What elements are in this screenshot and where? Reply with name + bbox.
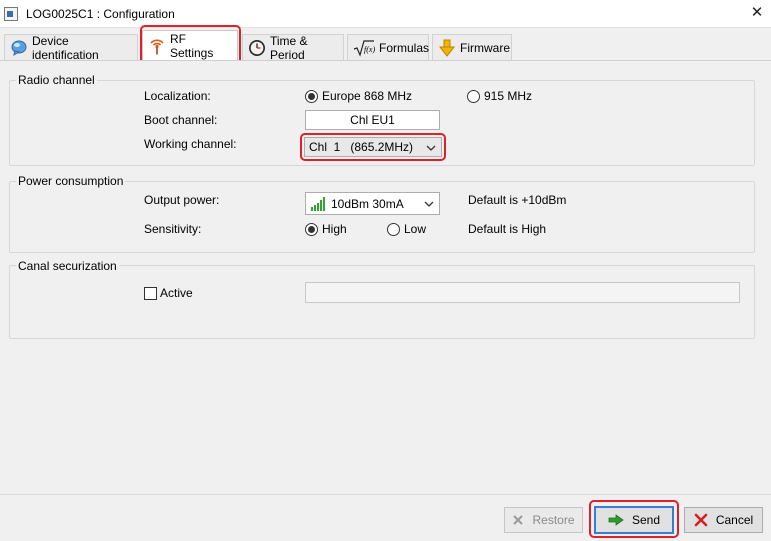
tab-formulas[interactable]: f(x) Formulas bbox=[347, 34, 429, 60]
working-channel-dropdown[interactable]: Chl 1 (865.2MHz) bbox=[304, 137, 442, 157]
tab-label: Firmware bbox=[460, 40, 510, 55]
restore-button[interactable]: Restore bbox=[504, 507, 583, 533]
working-channel-label: Working channel: bbox=[144, 137, 237, 151]
signal-strength-icon bbox=[311, 196, 325, 211]
radio-label: High bbox=[322, 222, 347, 236]
radio-label: Europe 868 MHz bbox=[322, 89, 413, 103]
radio-label: 915 MHz bbox=[484, 89, 533, 103]
send-button[interactable]: Send bbox=[594, 506, 674, 534]
boot-channel-field: Chl EU1 bbox=[305, 110, 440, 130]
window-title: LOG0025C1 : Configuration bbox=[26, 7, 175, 21]
output-power-default: Default is +10dBm bbox=[468, 193, 567, 207]
radio-915[interactable]: 915 MHz bbox=[467, 89, 532, 103]
sensitivity-default: Default is High bbox=[468, 222, 547, 236]
localization-label: Localization: bbox=[144, 89, 211, 103]
tab-firmware[interactable]: Firmware bbox=[432, 34, 512, 60]
cancel-x-icon bbox=[694, 513, 708, 527]
right-arrow-icon bbox=[608, 514, 624, 526]
radio-europe-868[interactable]: Europe 868 MHz bbox=[305, 89, 412, 103]
restore-label: Restore bbox=[532, 513, 575, 527]
close-icon[interactable]: ✕ bbox=[748, 4, 766, 22]
download-arrow-icon bbox=[438, 39, 456, 57]
svg-text:f(x): f(x) bbox=[364, 45, 375, 54]
radio-sensitivity-low[interactable]: Low bbox=[387, 222, 426, 236]
cancel-label: Cancel bbox=[715, 513, 754, 527]
active-checkbox[interactable]: Active bbox=[144, 286, 193, 300]
checkbox-label: Active bbox=[160, 286, 193, 300]
send-label: Send bbox=[631, 513, 661, 527]
boot-channel-value: Chl EU1 bbox=[350, 113, 395, 127]
working-channel-value: Chl 1 (865.2MHz) bbox=[309, 140, 414, 154]
tab-device-identification[interactable]: Device identification bbox=[4, 33, 138, 62]
tab-label: Time & Period bbox=[270, 33, 308, 62]
output-power-dropdown[interactable]: 10dBm 30mA bbox=[305, 192, 440, 215]
checkbox-box bbox=[144, 286, 157, 300]
tab-label: Formulas bbox=[379, 40, 430, 55]
radio-button bbox=[467, 89, 480, 103]
group-label: Canal securization bbox=[16, 259, 119, 273]
radio-button bbox=[305, 222, 318, 236]
app-icon bbox=[4, 7, 18, 21]
group-label: Power consumption bbox=[16, 174, 126, 188]
chevron-down-icon bbox=[424, 201, 434, 207]
radio-button bbox=[305, 89, 318, 103]
output-power-value: 10dBm 30mA bbox=[331, 196, 404, 211]
chevron-down-icon bbox=[426, 145, 436, 151]
tab-label: Device identification bbox=[32, 33, 99, 62]
group-label: Radio channel bbox=[16, 73, 97, 87]
tab-time-period[interactable]: Time & Period bbox=[242, 33, 344, 62]
securization-key-field[interactable] bbox=[305, 282, 740, 303]
output-power-label: Output power: bbox=[144, 193, 220, 207]
boot-channel-label: Boot channel: bbox=[144, 113, 218, 127]
sensitivity-label: Sensitivity: bbox=[144, 222, 202, 236]
clock-icon bbox=[249, 39, 265, 56]
bubble-icon bbox=[11, 40, 27, 56]
radio-button bbox=[387, 222, 400, 236]
radio-label: Low bbox=[404, 222, 427, 236]
title-bar: LOG0025C1 : Configuration ✕ bbox=[0, 0, 771, 28]
cancel-button[interactable]: Cancel bbox=[684, 507, 763, 533]
x-icon bbox=[513, 515, 524, 525]
sqrt-formula-icon: f(x) bbox=[353, 39, 375, 57]
radio-sensitivity-high[interactable]: High bbox=[305, 222, 347, 236]
